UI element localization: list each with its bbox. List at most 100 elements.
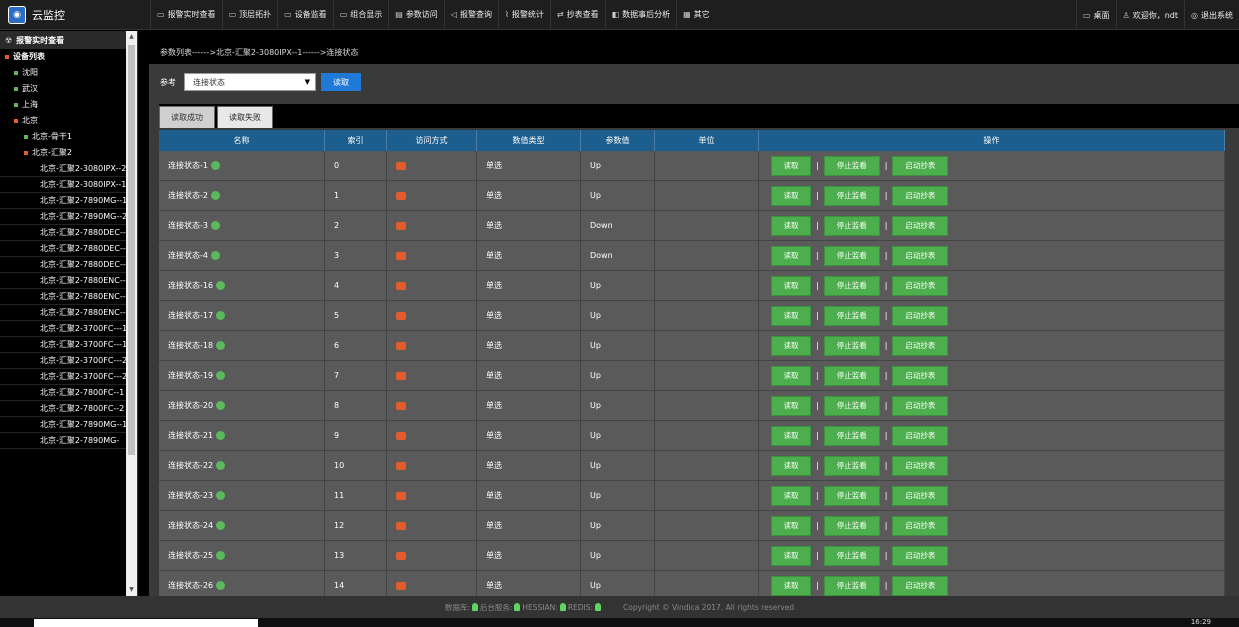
col-type: 数值类型 bbox=[477, 130, 581, 151]
welcome-user[interactable]: ♙ 欢迎你，ndt bbox=[1115, 0, 1184, 30]
start-meter-button[interactable]: 启动抄表 bbox=[892, 215, 949, 236]
start-meter-button[interactable]: 启动抄表 bbox=[892, 485, 949, 506]
start-meter-button[interactable]: 启动抄表 bbox=[892, 365, 949, 386]
scrollbar-thumb[interactable] bbox=[128, 45, 135, 455]
logout-link[interactable]: ◎ 退出系统 bbox=[1184, 0, 1239, 30]
start-meter-button[interactable]: 启动抄表 bbox=[892, 515, 949, 536]
tree-leaf[interactable]: 北京-汇聚2-3700FC---2-2 bbox=[0, 369, 137, 385]
tab-read-fail[interactable]: 读取失败 bbox=[217, 106, 273, 128]
desktop-link[interactable]: ▭ 桌面 bbox=[1075, 0, 1116, 30]
row-read-button[interactable]: 读取 bbox=[771, 425, 811, 446]
start-meter-button[interactable]: 启动抄表 bbox=[892, 185, 949, 206]
stop-monitor-button[interactable]: 停止监看 bbox=[823, 455, 880, 476]
start-meter-button[interactable]: 启动抄表 bbox=[892, 545, 949, 566]
nav-item-9[interactable]: ▦ 其它 bbox=[676, 0, 716, 30]
tree-leaf[interactable]: 北京-汇聚2-7880DEC--3 bbox=[0, 257, 137, 273]
scroll-up-icon[interactable]: ▲ bbox=[126, 31, 137, 43]
start-meter-button[interactable]: 启动抄表 bbox=[892, 335, 949, 356]
action-separator: | bbox=[816, 401, 819, 410]
tree-leaf[interactable]: 北京-汇聚2-7880ENC--3 bbox=[0, 305, 137, 321]
stop-monitor-button[interactable]: 停止监看 bbox=[823, 245, 880, 266]
start-meter-button[interactable]: 启动抄表 bbox=[892, 305, 949, 326]
sidebar-header[interactable]: ☢ 报警实时查看 bbox=[0, 31, 137, 49]
tree-leaf[interactable]: 北京-汇聚2-7890MG- bbox=[0, 433, 137, 449]
tree-city-3[interactable]: 北京 bbox=[0, 113, 137, 129]
nav-item-7[interactable]: ⇄ 抄表查看 bbox=[549, 0, 605, 30]
row-read-button[interactable]: 读取 bbox=[771, 485, 811, 506]
tree-leaf[interactable]: 北京-汇聚2-3700FC---1-1 bbox=[0, 321, 137, 337]
row-read-button[interactable]: 读取 bbox=[771, 455, 811, 476]
row-name: 连接状态-1 bbox=[168, 161, 208, 170]
row-read-button[interactable]: 读取 bbox=[771, 215, 811, 236]
tree-leaf[interactable]: 北京-汇聚2-7890MG--1-2 bbox=[0, 193, 137, 209]
nav-item-3[interactable]: ▭ 组合显示 bbox=[332, 0, 389, 30]
start-meter-button[interactable]: 启动抄表 bbox=[892, 575, 949, 596]
app-logo[interactable]: ◉ 云监控 bbox=[0, 0, 150, 30]
row-read-button[interactable]: 读取 bbox=[771, 575, 811, 596]
tree-city-0[interactable]: 沈阳 bbox=[0, 65, 137, 81]
stop-monitor-button[interactable]: 停止监看 bbox=[823, 515, 880, 536]
tree-root[interactable]: 设备列表 bbox=[0, 49, 137, 65]
table-row: 连接状态-16 4 单选 Up 读取 | 停止监看 | 启动抄表 bbox=[159, 271, 1225, 301]
row-read-button[interactable]: 读取 bbox=[771, 305, 811, 326]
start-meter-button[interactable]: 启动抄表 bbox=[892, 425, 949, 446]
nav-item-6[interactable]: ⌇ 报警统计 bbox=[497, 0, 550, 30]
row-read-button[interactable]: 读取 bbox=[771, 185, 811, 206]
tree-leaf[interactable]: 北京-汇聚2-7880ENC--1 bbox=[0, 273, 137, 289]
row-read-button[interactable]: 读取 bbox=[771, 275, 811, 296]
stop-monitor-button[interactable]: 停止监看 bbox=[823, 305, 880, 326]
start-meter-button[interactable]: 启动抄表 bbox=[892, 395, 949, 416]
start-meter-button[interactable]: 启动抄表 bbox=[892, 455, 949, 476]
tree-leaf[interactable]: 北京-汇聚2-7800FC--2 bbox=[0, 401, 137, 417]
scroll-down-icon[interactable]: ▼ bbox=[126, 584, 137, 596]
tree-leaf[interactable]: 北京-汇聚2-7880ENC--2 bbox=[0, 289, 137, 305]
tree-group-1[interactable]: 北京-汇聚2 bbox=[0, 145, 137, 161]
tree-group-0[interactable]: 北京-骨干1 bbox=[0, 129, 137, 145]
tree-leaf[interactable]: 北京-汇聚2-3700FC---2-1 bbox=[0, 353, 137, 369]
nav-item-2[interactable]: ▭ 设备监看 bbox=[277, 0, 333, 30]
tab-read-success[interactable]: 读取成功 bbox=[159, 106, 215, 128]
stop-monitor-button[interactable]: 停止监看 bbox=[823, 365, 880, 386]
tree-city-2[interactable]: 上海 bbox=[0, 97, 137, 113]
stop-monitor-button[interactable]: 停止监看 bbox=[823, 545, 880, 566]
tree-leaf[interactable]: 北京-汇聚2-3080IPX--2 bbox=[0, 161, 137, 177]
tree-leaf[interactable]: 北京-汇聚2-7890MG--2-2 bbox=[0, 209, 137, 225]
tree-leaf[interactable]: 北京-汇聚2-7880DEC--2 bbox=[0, 241, 137, 257]
start-meter-button[interactable]: 启动抄表 bbox=[892, 275, 949, 296]
nav-item-0[interactable]: ▭ 报警实时查看 bbox=[150, 0, 222, 30]
tree-leaf[interactable]: 北京-汇聚2-3080IPX--1 bbox=[0, 177, 137, 193]
row-read-button[interactable]: 读取 bbox=[771, 545, 811, 566]
taskbar-search[interactable] bbox=[34, 619, 258, 627]
stop-monitor-button[interactable]: 停止监看 bbox=[823, 155, 880, 176]
nav-item-8[interactable]: ◧ 数据事后分析 bbox=[604, 0, 677, 30]
row-read-button[interactable]: 读取 bbox=[771, 155, 811, 176]
tree-leaf[interactable]: 北京-汇聚2-7880DEC--1 bbox=[0, 225, 137, 241]
stop-monitor-button[interactable]: 停止监看 bbox=[823, 575, 880, 596]
stop-monitor-button[interactable]: 停止监看 bbox=[823, 485, 880, 506]
row-read-button[interactable]: 读取 bbox=[771, 245, 811, 266]
access-mode-icon bbox=[396, 491, 406, 500]
nav-item-4[interactable]: ▤ 参数访问 bbox=[388, 0, 444, 30]
row-read-button[interactable]: 读取 bbox=[771, 395, 811, 416]
tree-leaf[interactable]: 北京-汇聚2-3700FC---1-2 bbox=[0, 337, 137, 353]
stop-monitor-button[interactable]: 停止监看 bbox=[823, 395, 880, 416]
start-meter-button[interactable]: 启动抄表 bbox=[892, 245, 949, 266]
nav-item-1[interactable]: ▭ 顶层拓扑 bbox=[221, 0, 278, 30]
stop-monitor-button[interactable]: 停止监看 bbox=[823, 335, 880, 356]
sidebar-scrollbar[interactable]: ▲ ▼ bbox=[126, 31, 137, 596]
stop-monitor-button[interactable]: 停止监看 bbox=[823, 425, 880, 446]
row-read-button[interactable]: 读取 bbox=[771, 335, 811, 356]
tree-leaf[interactable]: 北京-汇聚2-7800FC--1 bbox=[0, 385, 137, 401]
read-button[interactable]: 读取 bbox=[321, 73, 361, 91]
tree-leaf[interactable]: 北京-汇聚2-7890MG--1-1 bbox=[0, 417, 137, 433]
row-read-button[interactable]: 读取 bbox=[771, 515, 811, 536]
stop-monitor-button[interactable]: 停止监看 bbox=[823, 275, 880, 296]
row-read-button[interactable]: 读取 bbox=[771, 365, 811, 386]
nav-item-5[interactable]: ◁ 报警查询 bbox=[443, 0, 498, 30]
stop-monitor-button[interactable]: 停止监看 bbox=[823, 185, 880, 206]
stop-monitor-button[interactable]: 停止监看 bbox=[823, 215, 880, 236]
tree-city-1[interactable]: 武汉 bbox=[0, 81, 137, 97]
cell-actions: 读取 | 停止监看 | 启动抄表 bbox=[759, 271, 1225, 300]
param-select[interactable]: 连接状态 ▼ bbox=[184, 73, 316, 91]
start-meter-button[interactable]: 启动抄表 bbox=[892, 155, 949, 176]
